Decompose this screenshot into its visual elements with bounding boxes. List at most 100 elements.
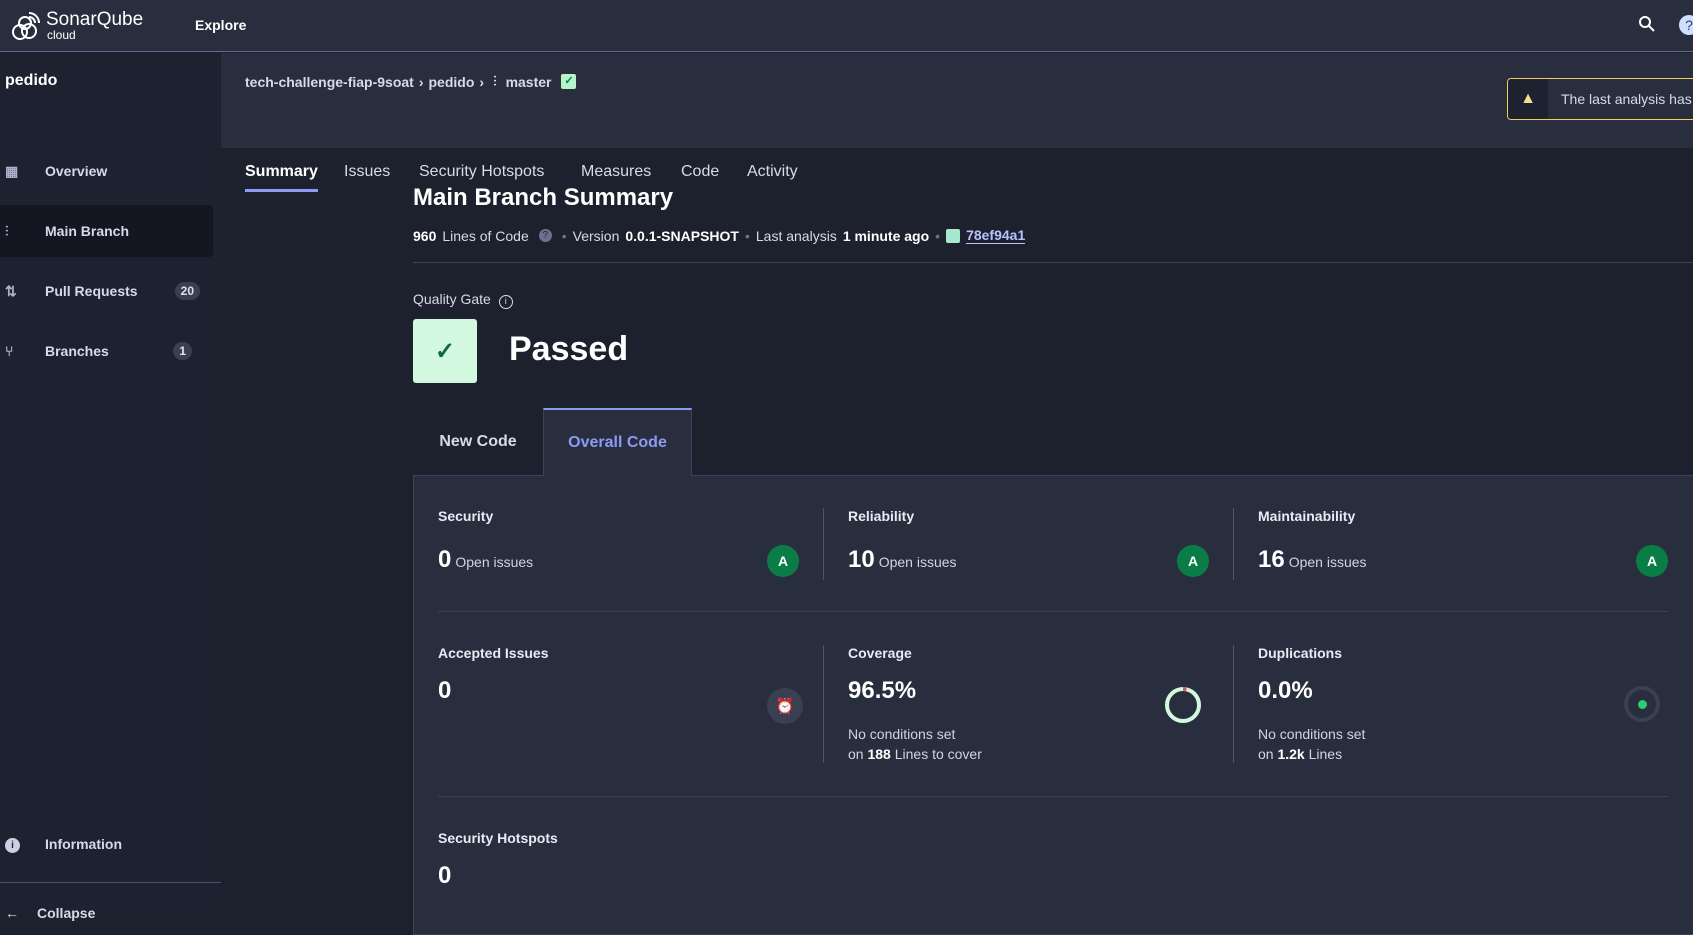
security-hotspots-label: Security Hotspots [438,830,558,846]
chevron-right-icon: › [418,73,424,90]
lines-label: Lines [1308,746,1343,762]
tab-overall-code[interactable]: Overall Code [543,408,692,476]
sidebar-item-pull-requests[interactable]: ⇅ Pull Requests 20 [0,265,213,317]
quality-gate-label: Quality Gate i [413,291,513,309]
tab-activity[interactable]: Activity [747,163,798,181]
last-analysis-value: 1 minute ago [842,227,930,244]
commit-link[interactable]: 78ef94a1 [966,227,1026,244]
tab-code[interactable]: Code [681,163,719,181]
page-title: Main Branch Summary [413,184,674,211]
separator-dot: • [561,227,567,244]
column-divider [1233,645,1234,763]
sidebar-item-label: Information [45,836,122,852]
sidebar-item-label: Branches [45,343,109,359]
sidebar-item-branches[interactable]: ⑂ Branches 1 [0,325,213,377]
separator-dot: • [935,227,941,244]
search-icon[interactable] [1638,15,1656,38]
collapse-button[interactable]: ← Collapse [5,905,95,921]
duplications-label: Duplications [1258,645,1343,661]
maintainability-value[interactable]: 16 Open issues [1258,546,1367,574]
arrow-left-icon: ← [5,905,19,921]
info-icon[interactable]: i [498,295,513,309]
title-divider [413,262,1693,263]
project-header: tech-challenge-fiap-9soat › pedido › ⫶ mas… [221,53,1693,192]
column-divider [823,508,824,580]
security-label: Security [438,508,494,524]
duplications-indicator-icon [1624,686,1660,722]
tab-issues[interactable]: Issues [344,163,390,181]
open-issues-label: Open issues [878,554,957,570]
breadcrumb: tech-challenge-fiap-9soat › pedido › ⫶ mas… [245,73,577,90]
passed-check-icon: ✓ [413,319,477,383]
maintainability-rating-badge[interactable]: A [1636,545,1668,577]
column-divider [1233,508,1234,580]
accepted-issues-label: Accepted Issues [438,645,549,661]
breadcrumb-project[interactable]: pedido [429,74,475,90]
sidebar-item-label: Main Branch [45,223,130,239]
alarm-clock-icon: ⏰ [767,688,803,724]
quality-gate-label-text: Quality Gate [413,291,491,307]
warning-text: The last analysis has [1561,91,1692,107]
sidebar: pedido ▦ Overview ⫶ Main Branch ⇅ Pull Requ… [0,53,221,922]
commit-icon [946,228,961,243]
version-value: 0.0.1-SNAPSHOT [625,227,739,244]
quality-gate-status: Passed [509,330,629,368]
branch-icon: ⫶ [5,222,9,239]
tab-security-hotspots[interactable]: Security Hotspots [419,163,544,181]
column-divider [823,645,824,763]
warning-banner: ▲ The last analysis has [1507,78,1693,120]
security-hotspots-value[interactable]: 0 [438,862,451,890]
breadcrumb-org[interactable]: tech-challenge-fiap-9soat [245,74,414,90]
security-value[interactable]: 0 Open issues [438,546,533,574]
metrics-panel [413,475,1693,935]
reliability-value[interactable]: 10 Open issues [848,546,957,574]
lines-to-cover-label: Lines to cover [894,746,982,762]
lines-count[interactable]: 1.2k [1277,746,1304,762]
last-analysis-label: Last analysis [755,227,837,244]
row-divider [438,796,1668,797]
open-issues-label: Open issues [1288,554,1367,570]
sidebar-item-overview[interactable]: ▦ Overview [0,145,213,197]
breadcrumb-branch[interactable]: master [506,74,552,90]
tab-new-code[interactable]: New Code [413,408,543,475]
sidebar-item-label: Pull Requests [45,283,138,299]
row-divider [438,611,1668,612]
warning-icon: ▲ [1508,79,1548,119]
summary-meta: 960 Lines of Code ? • Version 0.0.1-SNAP… [413,227,1026,244]
overview-icon: ▦ [5,162,19,179]
accepted-issues-value[interactable]: 0 [438,677,451,705]
project-name[interactable]: pedido [5,72,57,90]
conditions-text: No conditions set [1258,726,1366,742]
reliability-count: 10 [848,546,875,573]
help-icon[interactable]: ? [538,229,552,242]
tab-summary[interactable]: Summary [245,163,318,192]
sidebar-item-label: Overview [45,163,108,179]
info-icon: i [0,835,45,853]
help-icon[interactable]: ? [1679,15,1693,35]
explore-link[interactable]: Explore [195,17,246,33]
lines-of-code-label: Lines of Code [442,227,529,244]
logo-subtext: cloud [47,28,76,42]
separator-dot: • [744,227,750,244]
security-count: 0 [438,546,452,573]
count-badge: 1 [173,342,192,360]
conditions-text: No conditions set [848,726,956,742]
sidebar-item-information[interactable]: i Information [0,818,213,870]
coverage-label: Coverage [848,645,912,661]
lines-to-cover-count[interactable]: 188 [867,746,890,762]
chevron-right-icon: › [479,73,485,90]
on-text: on [1258,746,1274,762]
security-rating-badge[interactable]: A [767,545,799,577]
top-bar: SonarQube cloud Explore ? [0,0,1693,52]
tab-measures[interactable]: Measures [581,163,651,181]
branch-icon: ⫶ [493,73,497,89]
branches-icon: ⑂ [5,343,14,359]
sidebar-divider [0,882,221,883]
open-issues-label: Open issues [455,554,534,570]
reliability-rating-badge[interactable]: A [1177,545,1209,577]
coverage-value[interactable]: 96.5% [848,677,916,705]
maintainability-count: 16 [1258,546,1285,573]
sonarqube-logo-icon[interactable] [9,9,43,43]
sidebar-item-main-branch[interactable]: ⫶ Main Branch [0,205,213,257]
duplications-value[interactable]: 0.0% [1258,677,1313,705]
